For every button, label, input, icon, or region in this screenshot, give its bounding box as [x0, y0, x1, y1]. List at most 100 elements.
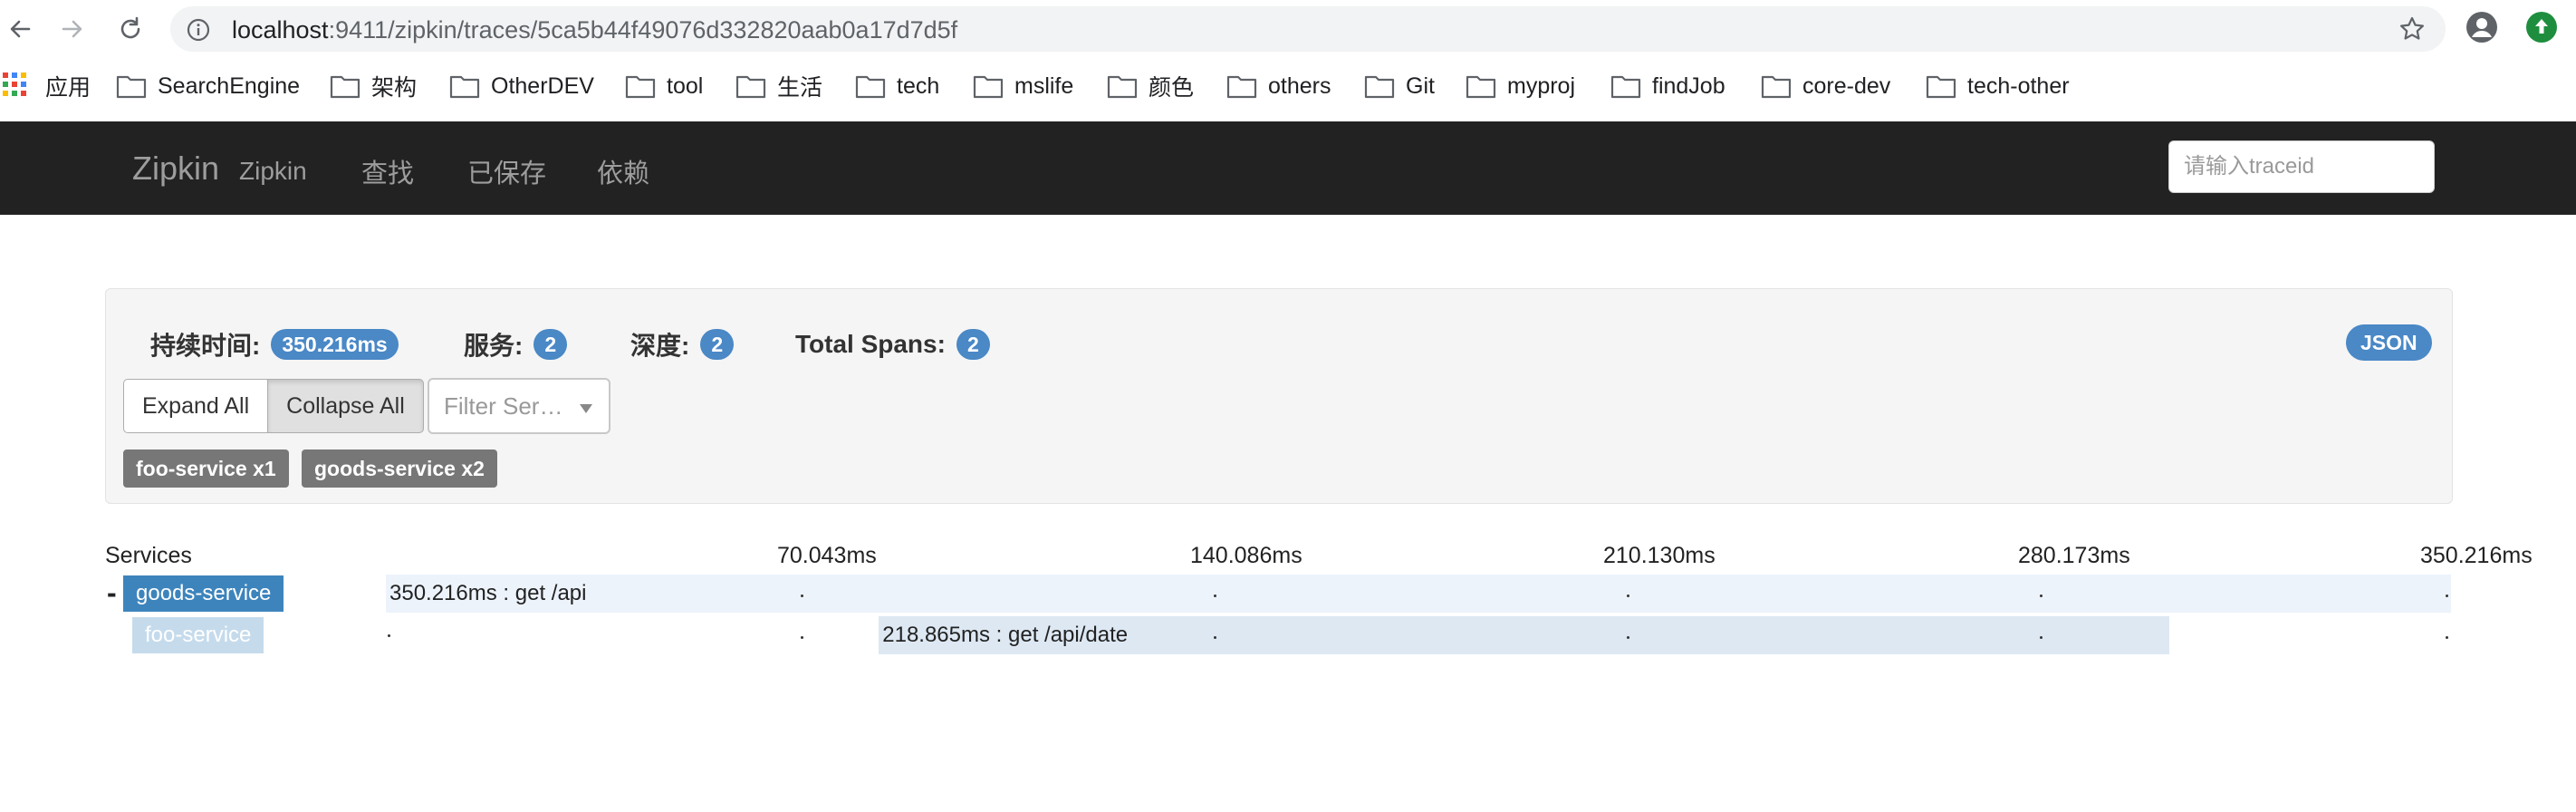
- services-stat: 服务: 2: [464, 326, 568, 362]
- traceid-input[interactable]: [2168, 140, 2435, 193]
- service-label-goods[interactable]: goods-service: [123, 575, 284, 612]
- duration-badge: 350.216ms: [271, 329, 399, 360]
- filter-placeholder: Filter Ser…: [444, 392, 563, 420]
- folder-icon: [1364, 75, 1395, 99]
- service-tag-goods[interactable]: goods-service x2: [302, 450, 497, 488]
- folder-icon: [1466, 75, 1496, 99]
- url-host: localhost: [232, 16, 329, 44]
- tick-dot: [1214, 594, 1216, 597]
- bookmark-folder[interactable]: findJob: [1610, 71, 1725, 102]
- service-filter-select[interactable]: Filter Ser…: [428, 378, 610, 434]
- bookmark-label: 生活: [777, 75, 823, 101]
- caret-down-icon: [580, 401, 592, 418]
- duration-stat: 持续时间: 350.216ms: [150, 326, 399, 362]
- tick-label: 210.130ms: [1603, 543, 1716, 568]
- site-info-icon[interactable]: [187, 18, 210, 46]
- tick-dot: [1627, 594, 1629, 597]
- reload-icon[interactable]: [111, 9, 150, 49]
- span-text-goods: 350.216ms : get /api: [389, 581, 587, 605]
- bookmark-folder[interactable]: tech-other: [1926, 71, 2070, 102]
- address-bar[interactable]: localhost:9411/zipkin/traces/5ca5b44f490…: [170, 6, 2446, 52]
- tick-dot: [2446, 594, 2448, 597]
- bookmark-label: tool: [667, 72, 704, 99]
- bookmark-star-icon[interactable]: [2398, 15, 2426, 47]
- services-label: 服务:: [464, 332, 524, 360]
- bookmark-label: tech: [897, 72, 940, 99]
- brand-subtitle: Zipkin: [239, 157, 307, 185]
- bookmark-folder[interactable]: tech: [855, 71, 939, 102]
- expand-collapse-group: Expand All Collapse All: [123, 379, 424, 433]
- tick-dot: [388, 634, 390, 637]
- tick-label: 280.173ms: [2018, 543, 2130, 568]
- bookmark-label: SearchEngine: [158, 72, 301, 99]
- apps-grid-icon[interactable]: [2, 72, 27, 102]
- folder-icon: [625, 75, 656, 99]
- folder-icon: [973, 75, 1004, 99]
- brand-logo[interactable]: Zipkin: [132, 150, 219, 188]
- bookmark-folder[interactable]: others: [1226, 71, 1331, 102]
- json-button[interactable]: JSON: [2346, 324, 2432, 361]
- tick-dot: [801, 594, 803, 597]
- bookmark-folder[interactable]: 架构: [330, 71, 417, 102]
- nav-dependencies[interactable]: 依赖: [597, 152, 649, 190]
- bookmark-label: core-dev: [1802, 72, 1891, 99]
- collapse-all-button[interactable]: Collapse All: [268, 379, 424, 433]
- tick-label: 70.043ms: [777, 543, 877, 568]
- bookmark-label: findJob: [1652, 72, 1725, 99]
- tick-label: 350.216ms: [2420, 543, 2533, 568]
- service-label-foo[interactable]: foo-service: [132, 617, 264, 653]
- bookmark-label: OtherDEV: [491, 72, 594, 99]
- bookmark-folder[interactable]: tool: [625, 71, 703, 102]
- tick-dot: [801, 636, 803, 639]
- spans-stat: Total Spans: 2: [795, 326, 990, 362]
- bookmark-label: 颜色: [1149, 75, 1195, 101]
- bookmark-label: others: [1268, 72, 1331, 99]
- depth-badge: 2: [700, 329, 735, 360]
- bookmark-label: Git: [1406, 72, 1435, 99]
- span-bar-goods[interactable]: [386, 575, 2451, 613]
- folder-icon: [330, 75, 360, 99]
- url-text: localhost:9411/zipkin/traces/5ca5b44f490…: [232, 16, 957, 44]
- bookmark-apps[interactable]: 应用: [45, 71, 91, 102]
- expand-all-button[interactable]: Expand All: [123, 379, 269, 433]
- url-path: :9411/zipkin/traces/5ca5b44f49076d332820…: [328, 16, 958, 44]
- tick-dot: [2040, 594, 2043, 597]
- tick-label: 140.086ms: [1190, 543, 1302, 568]
- bookmark-folder[interactable]: core-dev: [1761, 71, 1890, 102]
- bookmark-folder[interactable]: mslife: [973, 71, 1073, 102]
- bookmark-folder[interactable]: 生活: [735, 71, 822, 102]
- collapse-toggle[interactable]: -: [107, 576, 117, 610]
- services-badge: 2: [533, 329, 568, 360]
- tick-dot: [2040, 636, 2043, 639]
- span-text-foo: 218.865ms : get /api/date: [882, 623, 1129, 647]
- bookmark-label: myproj: [1507, 72, 1576, 99]
- service-tag-foo[interactable]: foo-service x1: [123, 450, 289, 488]
- folder-icon: [855, 75, 886, 99]
- folder-icon: [735, 75, 766, 99]
- bookmark-folder[interactable]: Git: [1364, 71, 1435, 102]
- nav-find[interactable]: 查找: [361, 152, 414, 190]
- services-header: Services: [105, 543, 192, 568]
- folder-icon: [1226, 75, 1257, 99]
- update-available-icon[interactable]: [2525, 11, 2558, 48]
- bookmark-folder[interactable]: OtherDEV: [449, 71, 594, 102]
- bookmark-label: 架构: [371, 75, 418, 101]
- depth-label: 深度:: [630, 332, 690, 360]
- nav-saved[interactable]: 已保存: [467, 152, 546, 190]
- forward-icon[interactable]: [53, 9, 92, 49]
- bookmark-folder[interactable]: 颜色: [1107, 71, 1194, 102]
- folder-icon: [1761, 75, 1792, 99]
- folder-icon: [1610, 75, 1641, 99]
- folder-icon: [1107, 75, 1138, 99]
- folder-icon: [116, 75, 147, 99]
- back-icon[interactable]: [0, 9, 40, 49]
- bookmark-label: 应用: [45, 75, 91, 101]
- tick-dot: [1627, 636, 1629, 639]
- spans-label: Total Spans:: [795, 330, 946, 358]
- bookmark-folder[interactable]: SearchEngine: [116, 71, 300, 102]
- bookmark-folder[interactable]: myproj: [1466, 71, 1575, 102]
- depth-stat: 深度: 2: [630, 326, 735, 362]
- duration-label: 持续时间:: [150, 332, 261, 360]
- profile-avatar-icon[interactable]: [2465, 11, 2498, 48]
- bookmark-label: mslife: [1014, 72, 1074, 99]
